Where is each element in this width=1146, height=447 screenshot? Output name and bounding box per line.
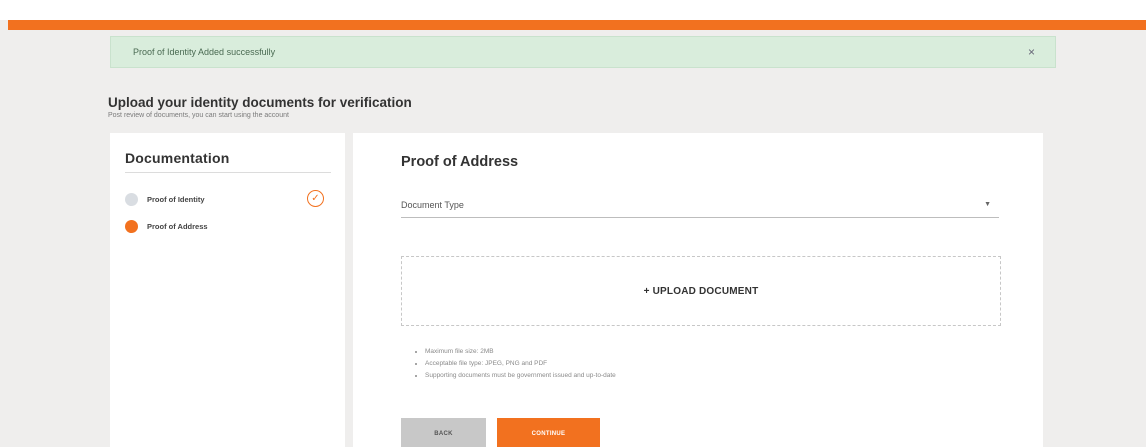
sidebar-item-label: Proof of Address	[147, 221, 208, 231]
sidebar-title: Documentation	[125, 150, 230, 166]
list-item: Acceptable file type: JPEG, PNG and PDF	[425, 358, 616, 370]
sidebar-item-proof-of-address[interactable]: Proof of Address	[125, 219, 335, 233]
page-subtitle: Post review of documents, you can start …	[108, 112, 289, 119]
continue-button[interactable]: CONTINUE	[497, 418, 600, 447]
close-icon[interactable]: ×	[1028, 45, 1035, 59]
upload-document-label: + UPLOAD DOCUMENT	[643, 285, 759, 297]
check-circle-icon: ✓	[307, 190, 324, 207]
document-type-select[interactable]: Document Type ▼	[401, 195, 999, 218]
chevron-down-icon: ▼	[984, 201, 991, 208]
documentation-sidebar: Documentation Proof of Identity ✓ Proof …	[110, 133, 345, 447]
back-button[interactable]: BACK	[401, 418, 486, 447]
list-item: Supporting documents must be government …	[425, 370, 616, 382]
document-type-value: Document Type	[401, 200, 464, 210]
brand-accent-bar	[8, 20, 1146, 30]
list-item: Maximum file size: 2MB	[425, 346, 616, 358]
top-strip	[0, 0, 1146, 20]
upload-document-dropzone[interactable]: + UPLOAD DOCUMENT	[401, 256, 1001, 326]
sidebar-item-proof-of-identity[interactable]: Proof of Identity	[125, 192, 335, 206]
sidebar-divider	[125, 172, 331, 173]
step-active-dot	[125, 219, 138, 233]
alert-message: Proof of Identity Added successfully	[133, 47, 276, 57]
sidebar-item-label: Proof of Identity	[147, 194, 205, 204]
step-completed-dot	[125, 192, 138, 206]
proof-of-address-panel: Proof of Address Document Type ▼ + UPLOA…	[353, 133, 1043, 447]
page-title: Upload your identity documents for verif…	[108, 95, 412, 110]
section-title: Proof of Address	[401, 154, 519, 170]
upload-requirements-list: Maximum file size: 2MB Acceptable file t…	[415, 346, 616, 382]
success-alert: Proof of Identity Added successfully ×	[110, 36, 1056, 68]
